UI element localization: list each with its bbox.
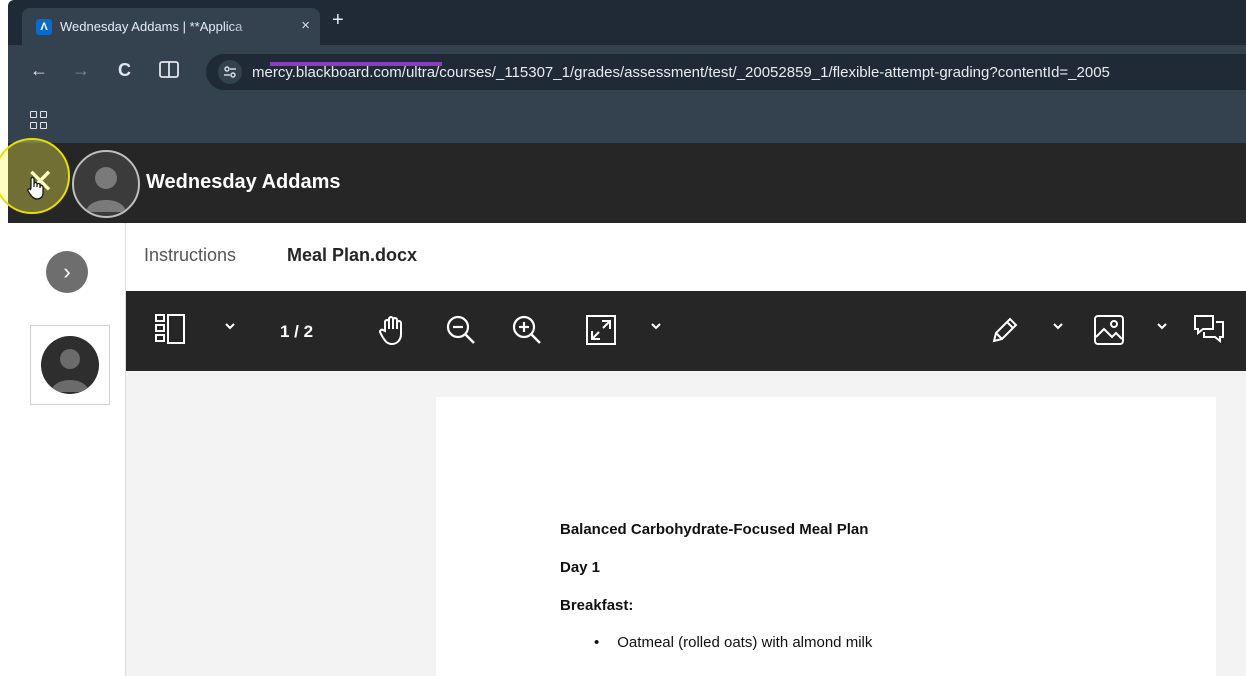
- tab-meal-plan[interactable]: Meal Plan.docx: [287, 245, 417, 266]
- comments-icon[interactable]: [1192, 313, 1226, 347]
- thumbnails-panel-icon[interactable]: [154, 313, 186, 347]
- hand-cursor-icon: [25, 176, 45, 200]
- expand-panel-button[interactable]: ›: [46, 251, 88, 293]
- address-bar[interactable]: mercy.blackboard.com/ultra/courses/_1153…: [206, 54, 1246, 90]
- document-title: Balanced Carbohydrate-Focused Meal Plan: [560, 521, 869, 538]
- document-viewer[interactable]: Balanced Carbohydrate-Focused Meal Plan …: [126, 371, 1246, 676]
- apps-grid-icon[interactable]: [30, 111, 48, 129]
- forward-icon[interactable]: →: [72, 60, 90, 81]
- bookmarks-bar: [8, 99, 1246, 143]
- zoom-out-icon[interactable]: [444, 313, 478, 347]
- zoom-in-icon[interactable]: [510, 313, 544, 347]
- image-stamp-icon[interactable]: [1092, 313, 1126, 347]
- document-page: Balanced Carbohydrate-Focused Meal Plan …: [436, 397, 1216, 676]
- browser-tabstrip: Λ Wednesday Addams | **Applica × +: [8, 0, 1246, 45]
- url-text: mercy.blackboard.com/ultra/courses/_1153…: [252, 63, 1110, 81]
- submission-tabs: Instructions Meal Plan.docx: [126, 223, 1246, 291]
- tab-close-icon[interactable]: ×: [301, 17, 310, 34]
- active-tab-indicator: [270, 62, 442, 66]
- student-thumbnail-avatar: [41, 336, 99, 394]
- screen: Λ Wednesday Addams | **Applica × + ← → C…: [8, 0, 1246, 676]
- document-section-heading: Breakfast:: [560, 597, 634, 614]
- pen-dropdown-chevron-icon[interactable]: [1052, 321, 1064, 331]
- student-name: Wednesday Addams: [146, 171, 341, 193]
- browser-tab-title: Wednesday Addams | **Applica: [60, 19, 243, 34]
- student-thumbnail[interactable]: [30, 325, 110, 405]
- reload-icon[interactable]: C: [118, 60, 131, 81]
- tab-instructions[interactable]: Instructions: [144, 245, 236, 266]
- list-item-text: Oatmeal (rolled oats) with almond milk: [617, 634, 873, 651]
- pan-hand-icon[interactable]: [376, 313, 410, 347]
- left-rail: ›: [8, 223, 126, 676]
- image-dropdown-chevron-icon[interactable]: [1156, 321, 1168, 331]
- browser-tab[interactable]: Λ Wednesday Addams | **Applica ×: [22, 8, 320, 45]
- student-avatar: [72, 150, 140, 218]
- browser-toolbar: ← → C mercy.blackboard.com/ultra/courses…: [8, 45, 1246, 99]
- new-tab-button[interactable]: +: [332, 9, 344, 32]
- thumbnails-dropdown-chevron-icon[interactable]: [224, 321, 236, 331]
- list-item: • Oatmeal (rolled oats) with almond milk: [594, 634, 873, 651]
- back-icon[interactable]: ←: [30, 60, 48, 81]
- document-day-heading: Day 1: [560, 559, 601, 576]
- page-indicator: 1 / 2: [280, 322, 314, 341]
- pen-annotation-icon[interactable]: [988, 313, 1022, 347]
- fit-dropdown-chevron-icon[interactable]: [650, 321, 662, 331]
- site-settings-icon[interactable]: [218, 60, 242, 84]
- reading-mode-icon[interactable]: [158, 59, 180, 81]
- document-toolbar: 1 / 2: [126, 291, 1246, 371]
- fit-page-icon[interactable]: [584, 313, 618, 347]
- blackboard-favicon-icon: Λ: [36, 18, 52, 35]
